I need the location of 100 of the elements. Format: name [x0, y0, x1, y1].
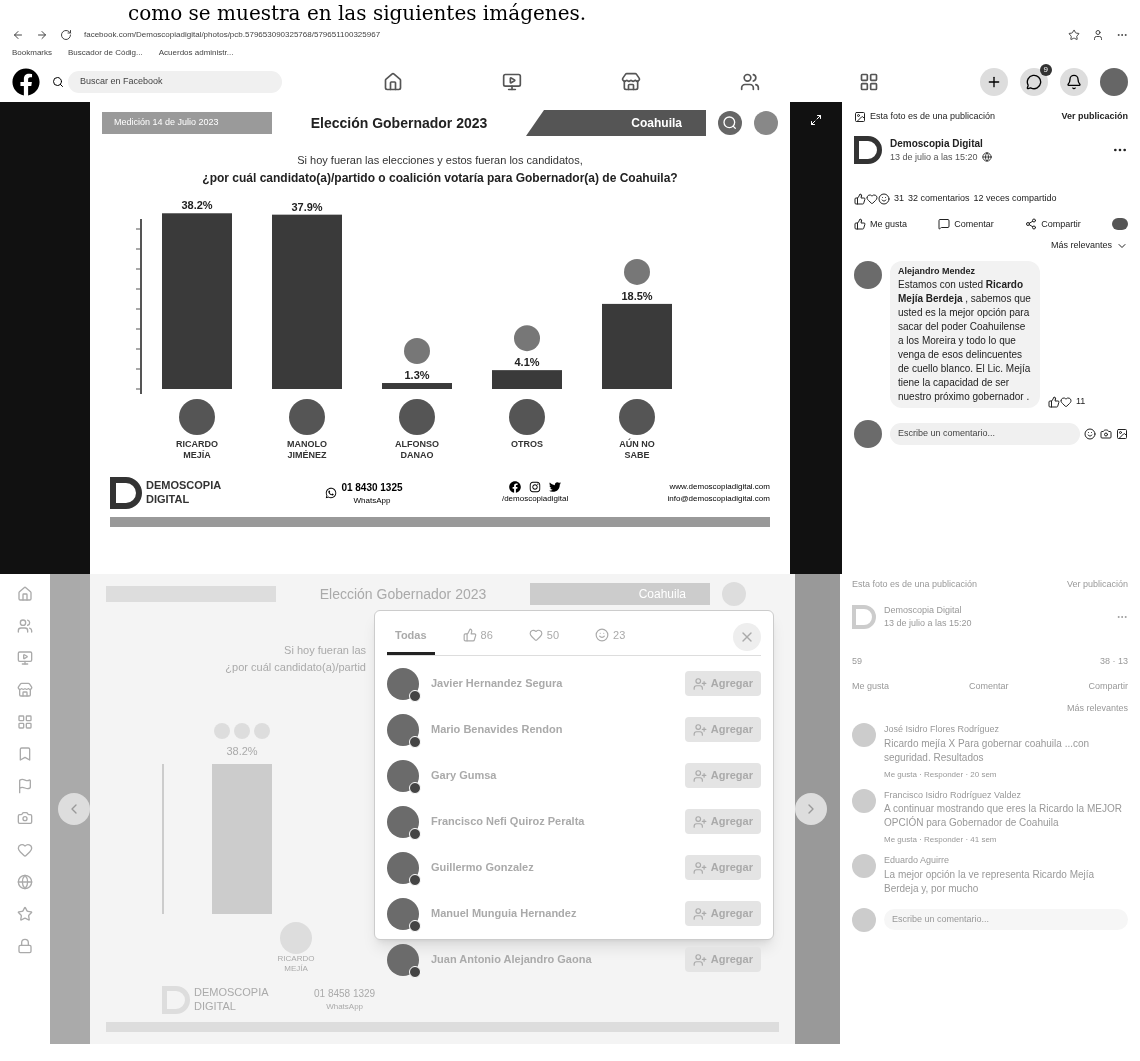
value-label: 4.1%: [514, 355, 540, 368]
person-avatar: [387, 943, 419, 976]
candidate-name: MANOLO JIMÉNEZ: [286, 438, 328, 461]
facebook-logo[interactable]: [12, 68, 40, 96]
emoji-icon[interactable]: [1084, 428, 1096, 440]
store-icon[interactable]: [621, 72, 641, 92]
action-button[interactable]: Me gusta: [854, 217, 908, 231]
person-name[interactable]: Manuel Munguia Hernandez: [431, 905, 673, 922]
create-button[interactable]: [980, 68, 1008, 96]
image-icon: [854, 110, 866, 123]
add-friend-button[interactable]: Agregar: [684, 901, 761, 926]
comment-author[interactable]: Francisco Isidro Rodríguez Valdez: [884, 788, 1128, 802]
home-icon[interactable]: [383, 72, 404, 92]
groups-icon[interactable]: [739, 72, 760, 92]
add-friend-button[interactable]: Agregar: [684, 855, 761, 880]
add-friend-button[interactable]: Agregar: [684, 763, 761, 788]
action-button[interactable]: Compartir: [1088, 680, 1128, 694]
account-avatar[interactable]: [1100, 68, 1128, 96]
party-icon: [404, 337, 430, 364]
reaction-tab[interactable]: Todas: [387, 619, 435, 655]
comment-input[interactable]: Escribe un comentario...: [890, 423, 1080, 445]
fullscreen-icon[interactable]: [810, 114, 822, 126]
add-person-icon: [692, 676, 707, 691]
comment-share-counts[interactable]: 38 · 13: [1099, 654, 1128, 668]
candidate-avatar: [619, 398, 655, 435]
address-bar[interactable]: facebook.com/Demoscopiadigital/photos/pcb.579653090325768/579651100325967: [84, 29, 1056, 41]
person-name[interactable]: Guillermo Gonzalez: [431, 859, 673, 876]
twitter-icon: [549, 481, 562, 493]
bookmark-icon[interactable]: [1068, 29, 1080, 41]
messenger-button[interactable]: [1020, 68, 1048, 96]
commenter-avatar: [852, 788, 876, 813]
comment-icon: [938, 218, 951, 231]
comment-author[interactable]: José Isidro Flores Rodríguez: [884, 723, 1128, 737]
reload-icon[interactable]: [60, 29, 72, 41]
add-friend-button[interactable]: Agregar: [684, 947, 761, 972]
add-person-icon: [692, 952, 707, 967]
person-name[interactable]: Mario Benavides Rendon: [431, 721, 673, 738]
grid-icon[interactable]: [858, 72, 879, 92]
party-icon: [514, 324, 540, 351]
person-name[interactable]: Gary Gumsa: [431, 767, 673, 784]
reaction-icons: [1048, 396, 1072, 408]
question: ¿por cuál candidato(a)/partid: [225, 659, 366, 675]
bookmark-item[interactable]: Buscador de Códig...: [68, 47, 143, 59]
region-label: Coahuila: [526, 110, 706, 136]
person-name[interactable]: Juan Antonio Alejandro Gaona: [431, 951, 673, 968]
phone-label: WhatsApp: [353, 494, 391, 507]
search-icon: [52, 76, 64, 88]
action-button[interactable]: Compartir: [1025, 217, 1081, 231]
share-count[interactable]: 12 veces compartido: [973, 192, 1057, 206]
action-button[interactable]: Me gusta: [852, 680, 890, 694]
whatsapp-icon: [325, 487, 338, 499]
profile-dropdown-icon[interactable]: [1112, 218, 1128, 231]
person-name[interactable]: Javier Hernandez Segura: [431, 675, 673, 692]
reaction-tab[interactable]: 86: [454, 619, 501, 655]
profile-icon[interactable]: [1092, 29, 1104, 41]
comment-author[interactable]: Eduardo Aguirre: [884, 854, 1128, 868]
page-name[interactable]: Demoscopia Digital: [884, 603, 1108, 617]
commenter-avatar: [854, 260, 882, 289]
sort-menu[interactable]: Más relevantes: [1050, 239, 1112, 253]
phone-number: 01 8430 1325: [341, 480, 403, 495]
value-label: 38.2%: [181, 198, 213, 211]
add-person-icon: [692, 814, 707, 829]
like-reaction-icon: [462, 628, 477, 643]
candidate-name: RICARDO MEJÍA: [276, 953, 316, 974]
search-field[interactable]: Buscar en Facebook: [68, 71, 282, 93]
candidate-name: RICARDO MEJÍA: [175, 438, 219, 461]
gif-icon[interactable]: [1116, 428, 1128, 440]
post-time: 13 de julio a las 15:20: [890, 150, 978, 164]
candidate-avatar: [509, 398, 545, 435]
reaction-tab[interactable]: 50: [520, 619, 568, 655]
action-button[interactable]: Comentar: [938, 217, 994, 231]
reaction-count[interactable]: 59: [852, 654, 862, 668]
action-button[interactable]: Comentar: [969, 680, 1009, 694]
notice-text: Esta foto es de una publicación: [870, 110, 996, 123]
sort-menu[interactable]: Más relevantes: [1066, 701, 1128, 715]
comment-meta: Me gusta · Responder · 41 sem: [884, 834, 998, 846]
notifications-button[interactable]: [1060, 68, 1088, 96]
date-label: Medición 14 de Julio 2023: [102, 112, 272, 134]
person-name[interactable]: Francisco Nefi Quiroz Peralta: [431, 813, 673, 830]
bookmark-item[interactable]: Bookmarks: [12, 47, 52, 59]
comment-input[interactable]: Escribe un comentario...: [884, 908, 1128, 931]
back-icon[interactable]: [12, 29, 24, 41]
candidate-name: AÚN NO SABE: [618, 438, 656, 461]
video-icon[interactable]: [502, 72, 523, 92]
reaction-tab[interactable]: 23: [587, 619, 634, 655]
view-post-link[interactable]: Ver publicación: [1061, 110, 1128, 124]
view-post-link[interactable]: Ver publicación: [1066, 578, 1128, 592]
bookmark-item[interactable]: Acuerdos administr...: [158, 47, 234, 59]
add-person-icon: [692, 860, 707, 875]
commenter-avatar: [852, 723, 876, 747]
forward-icon[interactable]: [36, 29, 48, 41]
camera-icon[interactable]: [1100, 428, 1112, 440]
reaction-count[interactable]: 31: [894, 192, 904, 206]
comment-count[interactable]: 32 comentarios: [908, 192, 970, 206]
add-friend-button[interactable]: Agregar: [684, 671, 761, 696]
page-name[interactable]: Demoscopia Digital: [890, 135, 1104, 151]
instagram-icon: [529, 481, 542, 493]
add-friend-button[interactable]: Agregar: [684, 809, 761, 834]
comment-author[interactable]: Alejandro Mendez: [898, 264, 1032, 278]
add-friend-button[interactable]: Agregar: [684, 717, 761, 742]
